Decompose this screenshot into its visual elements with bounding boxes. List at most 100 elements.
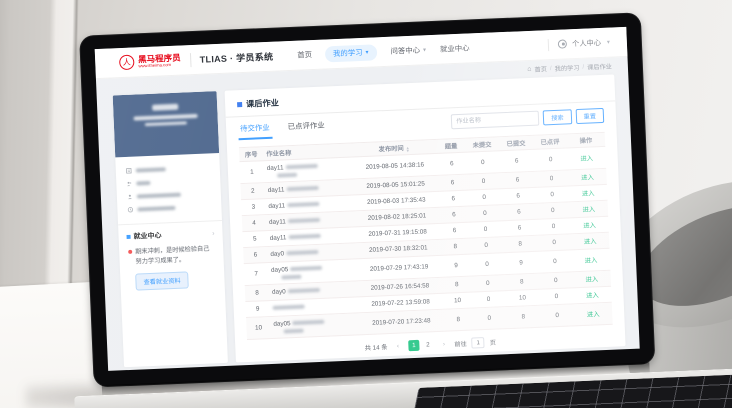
laptop-bezel: 人 黑马程序员 www.itheima.com TLIAS · 学员系统 首页 …: [79, 12, 655, 387]
cell-reviewed: 0: [537, 238, 571, 246]
chevron-down-icon[interactable]: ▼: [606, 39, 611, 45]
view-job-profile-button[interactable]: 查看就业资料: [135, 272, 189, 291]
search-button[interactable]: 搜索: [543, 109, 572, 125]
table-column-header: 已点评: [533, 136, 567, 146]
column-label: 题量: [445, 143, 458, 151]
cell-publish-date: 2019-07-26 16:54:58: [357, 282, 443, 293]
breadcrumb-item[interactable]: 首页: [534, 64, 547, 74]
job-center-header[interactable]: 就业中心 ›: [126, 228, 214, 242]
breadcrumb-separator: /: [550, 65, 552, 72]
cell-submitted: 6: [500, 176, 534, 184]
panel-title-row: 课后作业: [237, 83, 603, 110]
photo-scene: 人 黑马程序员 www.itheima.com TLIAS · 学员系统 首页 …: [0, 0, 732, 408]
cell-reviewed: 0: [536, 222, 570, 230]
enter-link[interactable]: 进入: [570, 220, 608, 231]
goto-page-input[interactable]: [472, 337, 485, 349]
cell-publish-date: 2019-07-20 17:23:48: [358, 317, 444, 328]
blurred-text: [288, 218, 320, 223]
enter-link[interactable]: 进入: [569, 188, 607, 199]
cell-publish-date: 2019-07-29 17:43:19: [356, 263, 442, 274]
cell-submitted: 8: [506, 313, 540, 321]
enter-link[interactable]: 进入: [573, 274, 611, 285]
breadcrumb-separator: /: [582, 64, 584, 71]
column-label: 已提交: [506, 140, 525, 148]
blurred-text: [136, 167, 166, 172]
cell-submitted: 6: [502, 224, 536, 232]
tab-reviewed-homework[interactable]: 已点评作业: [285, 119, 327, 139]
goto-unit: 页: [490, 338, 497, 347]
enter-link[interactable]: 进入: [570, 204, 608, 215]
enter-link[interactable]: 进入: [568, 172, 606, 183]
blurred-text: [137, 192, 181, 198]
chevron-right-icon[interactable]: ›: [212, 230, 215, 237]
homework-name-prefix: day11: [267, 164, 284, 172]
brand-text: 黑马程序员 www.itheima.com: [138, 53, 181, 68]
nav-item[interactable]: 问答中心 ▼: [390, 44, 427, 57]
prev-page-button[interactable]: ‹: [392, 340, 403, 351]
user-menu[interactable]: 个人中心: [572, 37, 601, 48]
cell-question-count: 6: [440, 211, 468, 219]
enter-link[interactable]: 进入: [572, 255, 610, 266]
cell-homework-name: day11: [265, 183, 353, 194]
job-center-notice: 期末冲刺，是时候检验自己努力学习成果了。: [128, 244, 215, 267]
cell-index: 7: [244, 270, 268, 278]
student-name-blurred: [152, 104, 178, 111]
homework-name-prefix: day11: [269, 218, 286, 226]
clock-icon: [127, 206, 133, 212]
homework-name-input[interactable]: [451, 111, 540, 130]
breadcrumb-item[interactable]: 我的学习: [554, 63, 579, 73]
content-area: 就业中心 › 期末冲刺，是时候检验自己努力学习成果了。 查看就业资料: [97, 73, 640, 371]
cell-index: 9: [246, 305, 270, 313]
cell-question-count: 8: [444, 316, 472, 324]
product-title: TLIAS · 学员系统: [199, 50, 273, 66]
list-item: [127, 199, 211, 216]
avatar-icon: [558, 39, 567, 48]
homework-name-prefix: day11: [270, 234, 287, 242]
enter-link[interactable]: 进入: [573, 290, 611, 301]
homework-name-prefix: day0: [270, 250, 284, 258]
next-page-button[interactable]: ›: [438, 339, 449, 350]
nav-item[interactable]: 就业中心: [440, 42, 470, 54]
cell-not-submitted: 0: [468, 225, 502, 233]
cell-homework-name: day0: [269, 285, 357, 296]
nav-item-label: 首页: [297, 49, 312, 61]
student-profile-card: [113, 91, 220, 157]
cell-reviewed: 0: [535, 190, 569, 198]
cell-reviewed: 0: [538, 257, 572, 265]
cell-submitted: 6: [500, 157, 534, 165]
class-info-blurred: [134, 114, 198, 120]
page-button[interactable]: 1: [408, 340, 419, 351]
blurred-text: [136, 180, 150, 185]
pagination-total: 共 14 条: [365, 342, 388, 352]
chevron-down-icon: ▼: [364, 49, 369, 55]
divider: [548, 39, 550, 51]
cell-question-count: 6: [438, 179, 466, 187]
blurred-text: [288, 234, 320, 239]
enter-link[interactable]: 进入: [568, 153, 606, 164]
search-group: 搜索 重置: [451, 108, 604, 131]
enter-link[interactable]: 进入: [574, 309, 612, 320]
breadcrumb-item[interactable]: 课后作业: [587, 62, 612, 72]
sidebar: 就业中心 › 期末冲刺，是时候检验自己努力学习成果了。 查看就业资料: [113, 91, 228, 367]
homework-name-prefix: day05: [273, 320, 290, 328]
tab-pending-homework[interactable]: 待交作业: [238, 121, 272, 140]
homework-name-prefix: day11: [268, 202, 285, 210]
blurred-text: [286, 250, 318, 255]
home-icon[interactable]: ⌂: [527, 66, 532, 73]
blurred-text: [277, 173, 297, 178]
nav-item[interactable]: 首页: [297, 49, 312, 61]
cell-reviewed: 0: [536, 206, 570, 214]
cell-question-count: 10: [443, 297, 471, 305]
job-center-section: 就业中心 › 期末冲刺，是时候检验自己努力学习成果了。 查看就业资料: [118, 221, 225, 300]
homework-name-prefix: day11: [268, 186, 285, 194]
enter-link[interactable]: 进入: [571, 236, 609, 247]
cell-index: 5: [243, 235, 267, 243]
blurred-text: [137, 205, 175, 211]
cell-submitted: 8: [505, 278, 539, 286]
sort-icon[interactable]: ▲▼: [406, 146, 410, 152]
nav-item[interactable]: 我的学习 ▼: [325, 44, 378, 62]
cell-index: 1: [240, 168, 264, 176]
reset-button[interactable]: 重置: [575, 108, 604, 124]
page-button[interactable]: 2: [422, 339, 433, 350]
cell-reviewed: 0: [540, 311, 574, 319]
